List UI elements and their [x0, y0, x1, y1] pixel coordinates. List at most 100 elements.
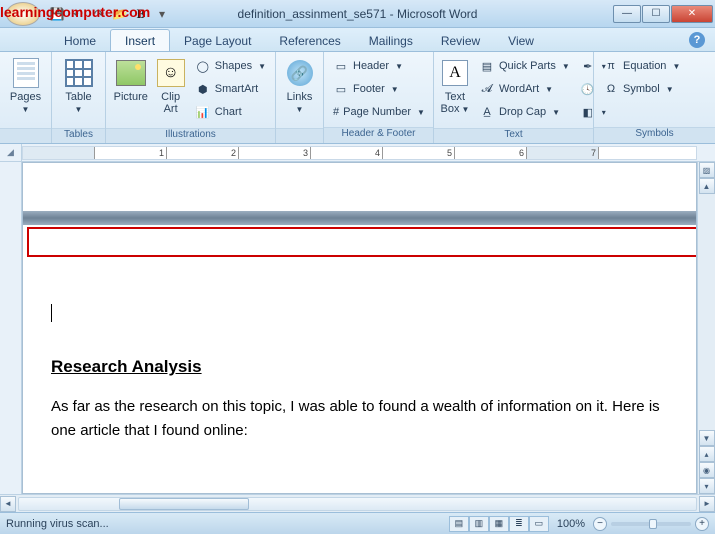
group-label-symbols: Symbols [594, 127, 715, 143]
pages-label: Pages [10, 91, 41, 103]
pages-button[interactable]: Pages ▼ [5, 55, 46, 125]
smartart-button[interactable]: ⬢ SmartArt [191, 78, 270, 100]
tab-mailings[interactable]: Mailings [355, 30, 427, 51]
scroll-right-icon[interactable]: ► [699, 496, 715, 512]
ruler-num-6: 6 [519, 148, 524, 158]
group-label-illustrations: Illustrations [106, 128, 275, 143]
smartart-icon: ⬢ [195, 81, 211, 97]
prev-page-icon[interactable]: ▴ [699, 446, 715, 462]
wordart-button[interactable]: 𝓐WordArt▼ [475, 78, 574, 100]
web-layout-view-icon[interactable]: ▦ [489, 516, 509, 532]
tab-home[interactable]: Home [50, 30, 110, 51]
pagenumber-button[interactable]: #Page Number▼ [329, 101, 428, 123]
textbox-label1: Text [445, 91, 465, 103]
table-button[interactable]: Table ▼ [57, 55, 100, 125]
chevron-down-icon: ▼ [562, 62, 570, 71]
browse-object-icon[interactable]: ◉ [699, 462, 715, 478]
quickparts-label: Quick Parts [499, 60, 556, 72]
header-button[interactable]: ▭Header▼ [329, 55, 428, 77]
hscroll-track[interactable] [18, 497, 697, 511]
hscroll-thumb[interactable] [119, 498, 249, 510]
shapes-button[interactable]: ◯Shapes▼ [191, 55, 270, 77]
footer-icon: ▭ [333, 81, 349, 97]
fullscreen-view-icon[interactable]: ▥ [469, 516, 489, 532]
document-area: Research Analysis As far as the research… [0, 162, 715, 494]
tab-view[interactable]: View [494, 30, 548, 51]
qat-more-icon[interactable]: ▾ [153, 5, 171, 23]
document-body: As far as the research on this topic, I … [51, 395, 668, 443]
title-bar: learningcomputer.com 💾 ↶ ↷ 📂 B ▾ definit… [0, 0, 715, 28]
vertical-scrollbar[interactable]: ▨ ▲ ▼ ▴ ◉ ▾ [697, 162, 715, 494]
pagenumber-icon: # [333, 104, 339, 120]
print-layout-view-icon[interactable]: ▤ [449, 516, 469, 532]
links-label: Links [287, 91, 313, 103]
ruler-num-5: 5 [447, 148, 452, 158]
chevron-down-icon: ▼ [395, 62, 403, 71]
footer-button[interactable]: ▭ Footer ▼ [329, 78, 428, 100]
dropcap-label: Drop Cap [499, 106, 546, 118]
clipart-label1: Clip [161, 91, 180, 103]
close-button[interactable]: ✕ [671, 5, 713, 23]
chevron-down-icon: ▼ [462, 105, 470, 114]
clipart-label2: Art [164, 103, 178, 115]
symbol-icon: Ω [603, 81, 619, 97]
maximize-button[interactable]: ☐ [642, 5, 670, 23]
vscroll-track[interactable] [699, 194, 715, 430]
horizontal-scrollbar[interactable]: ◄ ► [0, 494, 715, 512]
zoom-slider[interactable]: − + [593, 517, 709, 531]
textbox-label2: Box [441, 103, 460, 115]
textbox-button[interactable]: A TextBox▼ [439, 55, 471, 125]
page-content[interactable]: Research Analysis As far as the research… [23, 225, 696, 443]
ribbon: Pages ▼ Table ▼ Tables Picture ☺ ClipArt [0, 52, 715, 144]
draft-view-icon[interactable]: ▭ [529, 516, 549, 532]
ruler-num-4: 4 [375, 148, 380, 158]
symbol-button[interactable]: ΩSymbol▼ [599, 78, 710, 100]
next-page-icon[interactable]: ▾ [699, 478, 715, 494]
text-cursor [51, 304, 52, 322]
picture-icon [116, 60, 146, 86]
document-page[interactable]: Research Analysis As far as the research… [22, 162, 697, 494]
scroll-left-icon[interactable]: ◄ [0, 496, 16, 512]
zoom-track[interactable] [611, 522, 691, 526]
pages-icon [13, 58, 39, 88]
tab-page-layout[interactable]: Page Layout [170, 30, 265, 51]
minimize-button[interactable]: — [613, 5, 641, 23]
group-label-pages [0, 128, 51, 143]
tab-insert[interactable]: Insert [110, 29, 170, 51]
chevron-down-icon: ▼ [258, 62, 266, 71]
picture-label: Picture [114, 91, 148, 103]
picture-button[interactable]: Picture [111, 55, 150, 125]
textbox-icon: A [442, 60, 468, 86]
help-icon[interactable]: ? [689, 32, 705, 48]
footer-label: Footer [353, 83, 385, 95]
chevron-down-icon: ▼ [22, 105, 30, 114]
watermark-text: learningcomputer.com [0, 4, 150, 20]
clipart-button[interactable]: ☺ ClipArt [154, 55, 186, 125]
horizontal-ruler[interactable]: 1 2 3 4 5 6 7 [22, 146, 697, 160]
zoom-thumb[interactable] [649, 519, 657, 529]
ruler-num-2: 2 [231, 148, 236, 158]
outline-view-icon[interactable]: ≣ [509, 516, 529, 532]
symbol-label: Symbol [623, 83, 660, 95]
quickparts-button[interactable]: ▤Quick Parts▼ [475, 55, 574, 77]
dropcap-button[interactable]: A̲Drop Cap▼ [475, 101, 574, 123]
tab-references[interactable]: References [265, 30, 354, 51]
zoom-in-icon[interactable]: + [695, 517, 709, 531]
tab-review[interactable]: Review [427, 30, 494, 51]
window-controls: — ☐ ✕ [613, 5, 713, 23]
equation-button[interactable]: πEquation▼ [599, 55, 710, 77]
zoom-out-icon[interactable]: − [593, 517, 607, 531]
ruler-corner[interactable]: ◢ [0, 144, 22, 162]
document-heading: Research Analysis [51, 357, 668, 377]
ruler-toggle-icon[interactable]: ▨ [699, 162, 715, 178]
chevron-down-icon: ▼ [75, 105, 83, 114]
links-button[interactable]: 🔗 Links ▼ [281, 55, 318, 125]
smartart-label: SmartArt [215, 83, 258, 95]
vertical-ruler[interactable] [0, 162, 22, 494]
zoom-level[interactable]: 100% [557, 518, 585, 530]
pagenumber-label: Page Number [343, 106, 411, 118]
chevron-down-icon: ▼ [391, 85, 399, 94]
chart-button[interactable]: 📊Chart [191, 101, 270, 123]
scroll-down-icon[interactable]: ▼ [699, 430, 715, 446]
scroll-up-icon[interactable]: ▲ [699, 178, 715, 194]
